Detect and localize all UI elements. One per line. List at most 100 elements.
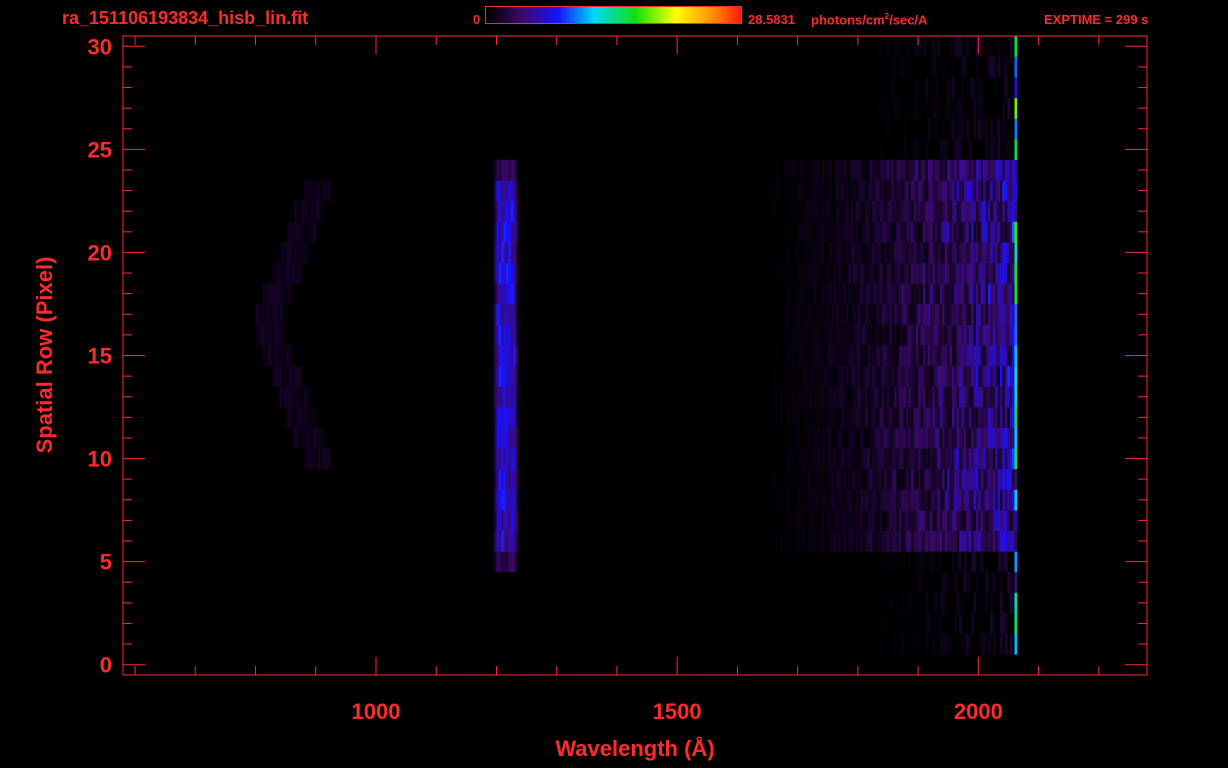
heatmap-cell [918, 221, 921, 243]
heatmap-cell [860, 468, 863, 490]
heatmap-cell [963, 530, 967, 552]
heatmap-cell [891, 427, 895, 449]
heatmap-cell [889, 345, 892, 367]
heatmap-cell [947, 427, 950, 449]
heatmap-cell [915, 448, 919, 470]
heatmap-cell [966, 118, 969, 140]
heatmap-cell [515, 262, 519, 284]
x-axis-label: Wavelength (Å) [555, 736, 715, 761]
heatmap-cell [325, 448, 329, 470]
heatmap-cell [956, 448, 960, 470]
heatmap-cell [807, 324, 810, 346]
heatmap-cell [925, 345, 929, 367]
heatmap-cell [980, 97, 984, 119]
heatmap-cell [513, 468, 517, 490]
heatmap-cell [884, 262, 888, 284]
heatmap-cell [997, 118, 1001, 140]
heatmap-cell [303, 200, 307, 222]
heatmap-cell [515, 242, 519, 264]
heatmap-cell [841, 159, 844, 181]
heatmap-cell [990, 592, 994, 614]
heatmap-cell [306, 386, 309, 408]
heatmap-cell [930, 530, 933, 552]
heatmap-cell [1004, 407, 1008, 428]
heatmap-cell [313, 407, 317, 428]
heatmap-cell [286, 365, 290, 387]
heatmap-cell [959, 613, 962, 635]
heatmap-cell [301, 427, 305, 449]
heatmap-cell [997, 386, 1001, 408]
heatmap-cell [833, 530, 837, 552]
heatmap-cell [961, 530, 965, 552]
heatmap-cell [809, 489, 813, 511]
heatmap-cell [496, 427, 500, 449]
heatmap-cell [498, 345, 502, 367]
heatmap-cell [1002, 407, 1006, 428]
heatmap-cell [901, 159, 904, 181]
heatmap-cell [901, 345, 904, 367]
heatmap-cell [973, 118, 977, 140]
heatmap-cell [318, 180, 321, 202]
heatmap-cell [944, 489, 948, 511]
heatmap-cell [963, 571, 967, 593]
heatmap-cell [903, 221, 907, 243]
heatmap-cell [906, 36, 909, 57]
heatmap-cell [802, 448, 806, 470]
heatmap-cell [515, 221, 519, 243]
heatmap-cell [506, 283, 509, 305]
heatmap-cell [877, 200, 880, 222]
heatmap-cell [494, 262, 497, 284]
heatmap-cell [277, 365, 280, 387]
heatmap-cell [951, 407, 955, 428]
heatmap-cell [877, 448, 880, 470]
heatmap-cell [865, 324, 868, 346]
heatmap-cell [915, 283, 919, 305]
heatmap-cell [1009, 180, 1013, 202]
heatmap-cell [913, 345, 916, 367]
heatmap-cell [783, 180, 786, 202]
heatmap-cell [891, 262, 895, 284]
heatmap-cell [804, 303, 808, 325]
heatmap-cell [812, 180, 815, 202]
heatmap-cell [814, 283, 818, 305]
heatmap-cell [951, 303, 955, 325]
heatmap-cell [930, 324, 933, 346]
heatmap-cell [1002, 551, 1006, 573]
heatmap-cell [956, 345, 960, 367]
heatmap-cell [877, 530, 880, 552]
heatmap-cell [850, 242, 854, 264]
heatmap-cell [1009, 324, 1013, 346]
heatmap-cell [947, 262, 950, 284]
heatmap-cell [886, 324, 890, 346]
heatmap-cell [934, 489, 938, 511]
heatmap-cell [894, 36, 897, 57]
heatmap-cell [934, 221, 938, 243]
heatmap-cell [963, 510, 967, 532]
heatmap-cell [783, 303, 786, 325]
heatmap-cell [797, 242, 801, 264]
heatmap-cell [961, 448, 965, 470]
heatmap-cell [884, 489, 888, 511]
heatmap-cell [800, 159, 803, 181]
heatmap-cell [809, 468, 813, 490]
heatmap-cell [910, 221, 914, 243]
heatmap-cell [881, 386, 885, 408]
heatmap-cell [881, 303, 885, 325]
heatmap-cell [809, 530, 813, 552]
heatmap-cell [980, 633, 984, 655]
heatmap-cell [267, 345, 271, 367]
heatmap-cell [927, 242, 931, 264]
heatmap-cell [915, 97, 919, 119]
heatmap-cell [850, 427, 854, 449]
heatmap-cell [930, 36, 933, 57]
heatmap-cell [961, 386, 965, 408]
heatmap-cell [850, 303, 854, 325]
heatmap-cell [951, 427, 955, 449]
heatmap-cell [956, 36, 960, 57]
heatmap-cell [901, 324, 904, 346]
heatmap-cell [949, 242, 953, 264]
heatmap-cell [843, 468, 847, 490]
heatmap-cell [860, 386, 863, 408]
heatmap-cell [838, 221, 842, 243]
heatmap-cell [874, 427, 878, 449]
